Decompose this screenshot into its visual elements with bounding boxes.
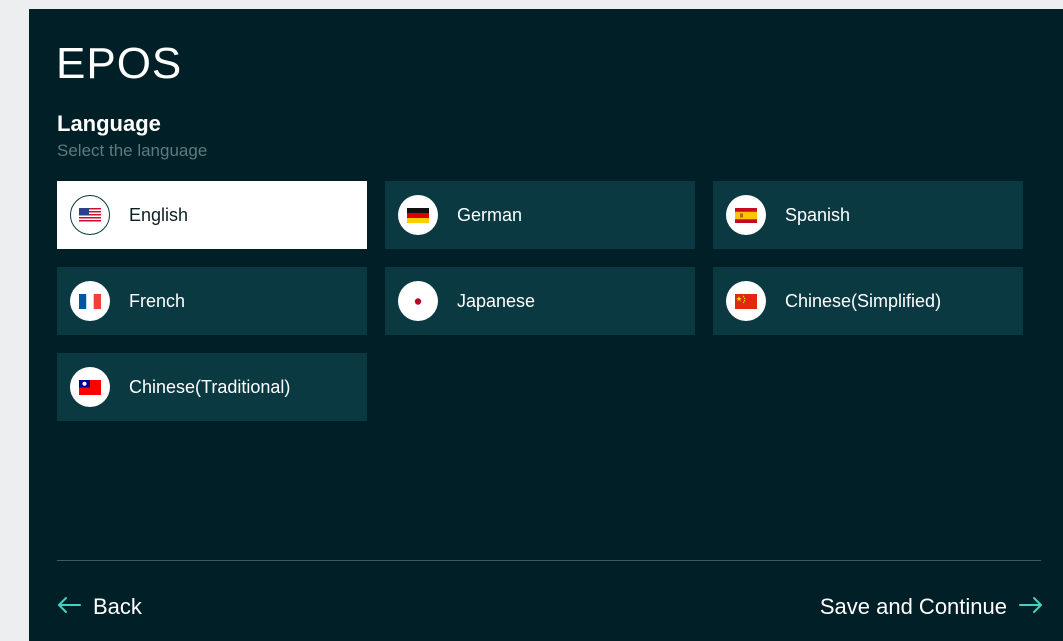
language-label: English bbox=[129, 204, 189, 225]
language-label: Japanese bbox=[457, 290, 536, 311]
france-flag-icon bbox=[70, 281, 110, 321]
language-option-chinese-simplified[interactable]: Chinese(Simplified) bbox=[713, 267, 1023, 335]
page-subtitle: Select the language bbox=[57, 141, 208, 160]
page-title: Language bbox=[57, 111, 161, 136]
spain-flag-icon bbox=[726, 195, 766, 235]
germany-flag-icon bbox=[398, 195, 438, 235]
us-flag-icon bbox=[70, 195, 110, 235]
language-option-english[interactable]: English bbox=[57, 181, 367, 249]
back-button[interactable]: Back bbox=[57, 594, 142, 620]
language-label: Spanish bbox=[785, 204, 851, 225]
save-and-continue-button[interactable]: Save and Continue bbox=[820, 594, 1043, 620]
language-option-chinese-traditional[interactable]: Chinese(Traditional) bbox=[57, 353, 367, 421]
language-label: Chinese(Simplified) bbox=[785, 290, 942, 311]
taiwan-flag-icon bbox=[70, 367, 110, 407]
language-option-french[interactable]: French bbox=[57, 267, 367, 335]
japan-flag-icon bbox=[398, 281, 438, 321]
china-flag-icon bbox=[726, 281, 766, 321]
language-option-japanese[interactable]: Japanese bbox=[385, 267, 695, 335]
language-label: Chinese(Traditional) bbox=[129, 376, 291, 397]
language-option-german[interactable]: German bbox=[385, 181, 695, 249]
footer-divider bbox=[57, 560, 1041, 561]
back-label: Back bbox=[93, 594, 142, 619]
save-and-continue-label: Save and Continue bbox=[819, 594, 1007, 619]
language-label: German bbox=[457, 204, 523, 225]
arrow-right-icon bbox=[1019, 594, 1043, 620]
language-label: French bbox=[129, 290, 186, 311]
language-setup-panel: EPOS Language Select the language Englis… bbox=[29, 9, 1063, 641]
epos-logo: EPOS bbox=[56, 39, 183, 88]
language-grid: English German Spanish French Japanese C… bbox=[57, 181, 1023, 421]
language-option-spanish[interactable]: Spanish bbox=[713, 181, 1023, 249]
arrow-left-icon bbox=[57, 594, 81, 620]
